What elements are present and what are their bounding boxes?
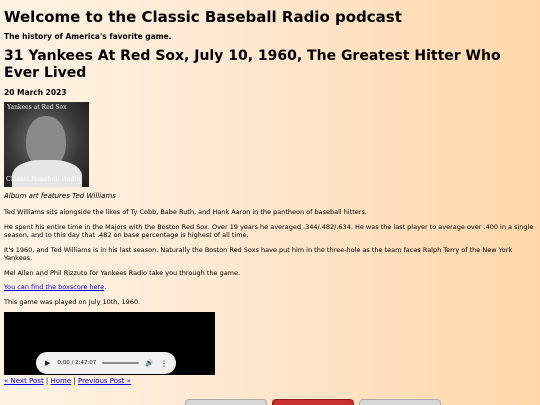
album-art-top-text: Yankees at Red Sox: [7, 104, 67, 111]
paragraph-date: This game was played on July 10th, 1960.: [4, 297, 141, 306]
blog-subtitle: The history of America's favorite game.: [4, 32, 172, 41]
paragraph-broadcasters: Mel Allen and Phil Rizzuto for Yankees R…: [4, 268, 241, 277]
post-date: 20 March 2023: [4, 88, 67, 97]
bottom-button[interactable]: [185, 399, 267, 405]
nav-separator: |: [71, 377, 78, 385]
audio-time: 0:00 / 2:47:07: [57, 360, 97, 366]
audio-controls: ▶ 0:00 / 2:47:07 🔊 ⋮: [36, 352, 176, 374]
post-title: 31 Yankees At Red Sox, July 10, 1960, Th…: [4, 48, 501, 81]
paragraph-1960: It's 1960, and Ted Williams is in his la…: [4, 245, 513, 263]
boxscore-period: .: [104, 283, 107, 291]
blog-title: Welcome to the Classic Baseball Radio po…: [4, 8, 402, 26]
paragraph-intro: Ted Williams sits alongside the likes of…: [4, 208, 367, 216]
album-caption: Album art features Ted Williams: [4, 192, 116, 200]
paragraph-boxscore: You can find the boxscore here.: [4, 283, 536, 292]
volume-icon[interactable]: 🔊: [145, 359, 154, 367]
audio-player-area[interactable]: ▶ 0:00 / 2:47:07 🔊 ⋮: [4, 312, 215, 375]
bottom-button-red[interactable]: [272, 399, 354, 405]
previous-post-link[interactable]: Previous Post »: [78, 377, 131, 385]
bottom-button[interactable]: [359, 399, 441, 405]
post-navigation: « Next Post | Home | Previous Post »: [4, 377, 536, 386]
home-link[interactable]: Home: [51, 377, 72, 385]
boxscore-link[interactable]: You can find the boxscore here: [4, 283, 104, 291]
page: Welcome to the Classic Baseball Radio po…: [0, 0, 536, 386]
bottom-button-strip: [185, 399, 441, 405]
album-art-image: Yankees at Red Sox Classic Baseball Radi…: [4, 102, 89, 187]
audio-progress-track[interactable]: [102, 362, 140, 364]
more-options-icon[interactable]: ⋮: [160, 359, 168, 368]
paragraph-career: He spent his entire time in the Majors w…: [4, 222, 534, 240]
album-art-bottom-text: Classic Baseball Radio: [6, 175, 81, 183]
nav-separator: |: [43, 377, 51, 385]
play-icon[interactable]: ▶: [45, 359, 50, 367]
next-post-link[interactable]: « Next Post: [4, 377, 44, 385]
